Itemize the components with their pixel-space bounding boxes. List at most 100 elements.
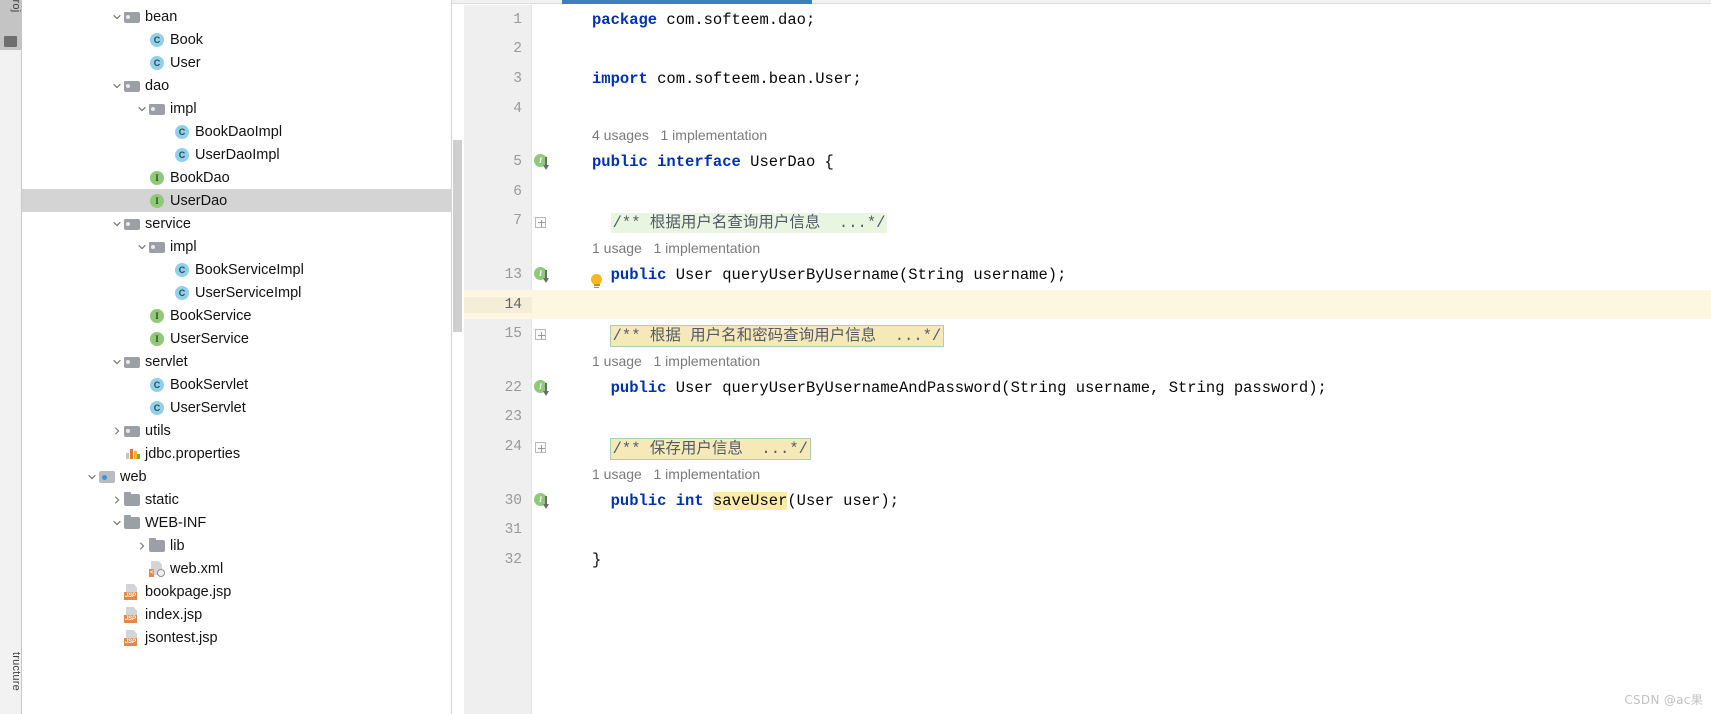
tree-item-userservice[interactable]: UserService xyxy=(22,327,451,350)
line-number: 31 xyxy=(504,522,522,539)
gutter-marker-slot xyxy=(532,290,554,320)
vertical-scrollbar-thumb[interactable] xyxy=(453,140,462,332)
implemented-by-gutter-icon[interactable] xyxy=(534,154,549,171)
tree-item-bookserviceimpl[interactable]: BookServiceImpl xyxy=(22,258,451,281)
gutter-marker-slot xyxy=(532,207,554,237)
java-class-icon xyxy=(174,146,191,163)
chevron-down-icon[interactable] xyxy=(109,212,124,235)
code-vision-hint[interactable]: 1 usage 1 implementation xyxy=(464,462,1711,486)
tree-item-utils[interactable]: utils xyxy=(22,419,451,442)
code-vision-hint[interactable]: 4 usages 1 implementation xyxy=(464,123,1711,147)
line-content: public User queryUserByUsername(String u… xyxy=(554,265,1711,289)
code-line[interactable]: 14 xyxy=(464,289,1711,320)
tree-item-impl[interactable]: impl xyxy=(22,235,451,258)
tree-item-bookpage-jsp[interactable]: JSP bookpage.jsp xyxy=(22,580,451,603)
tree-item-static[interactable]: static xyxy=(22,488,451,511)
chevron-right-icon[interactable] xyxy=(134,534,149,557)
tree-item-service[interactable]: service xyxy=(22,212,451,235)
expand-comment-fold-icon[interactable] xyxy=(535,329,546,341)
chevron-right-icon[interactable] xyxy=(109,419,124,442)
tree-item-web-xml[interactable]: < web.xml xyxy=(22,557,451,580)
folder-icon xyxy=(124,77,141,94)
expand-comment-fold-icon[interactable] xyxy=(535,442,546,454)
code-token: public xyxy=(610,378,667,397)
tree-item-bookdao[interactable]: BookDao xyxy=(22,166,451,189)
code-token: import xyxy=(592,69,648,88)
chevron-down-icon[interactable] xyxy=(84,465,99,488)
line-number: 30 xyxy=(504,492,522,509)
tree-item-bookdaoimpl[interactable]: BookDaoImpl xyxy=(22,120,451,143)
tree-item-book[interactable]: Book xyxy=(22,28,451,51)
chevron-down-icon[interactable] xyxy=(109,5,124,28)
line-number: 4 xyxy=(513,100,522,117)
code-line[interactable]: 24 /** 保存用户信息 ...*/ xyxy=(464,432,1711,462)
code-line[interactable]: 2 xyxy=(464,35,1711,65)
line-number: 32 xyxy=(504,551,522,568)
tree-item-userservlet[interactable]: UserServlet xyxy=(22,396,451,419)
tree-item-userdao[interactable]: UserDao xyxy=(22,189,451,212)
code-line[interactable]: 4 xyxy=(464,94,1711,124)
tree-item-userdaoimpl[interactable]: UserDaoImpl xyxy=(22,143,451,166)
chevron-down-icon[interactable] xyxy=(109,74,124,97)
java-class-icon xyxy=(174,284,191,301)
code-vision-hint[interactable]: 1 usage 1 implementation xyxy=(464,236,1711,260)
chevron-down-icon[interactable] xyxy=(134,235,149,258)
chevron-down-icon[interactable] xyxy=(109,511,124,534)
java-interface-icon xyxy=(149,307,166,324)
code-line[interactable]: 3 import com.softeem.bean.User; xyxy=(464,64,1711,94)
implemented-by-gutter-icon[interactable] xyxy=(534,492,549,509)
tree-item-bean[interactable]: bean xyxy=(22,5,451,28)
chevron-down-icon[interactable] xyxy=(134,97,149,120)
gutter-marker-slot xyxy=(532,403,554,433)
code-line[interactable]: 1 package com.softeem.dao; xyxy=(464,5,1711,35)
code-line[interactable]: 5 public interface UserDao { xyxy=(464,147,1711,177)
code-vision-hint[interactable]: 1 usage 1 implementation xyxy=(464,349,1711,373)
tree-item-bookservice[interactable]: BookService xyxy=(22,304,451,327)
java-class-icon xyxy=(149,31,166,48)
tree-item-lib[interactable]: lib xyxy=(22,534,451,557)
code-token: package xyxy=(592,10,658,29)
code-line[interactable]: 15 /** 根据 用户名和密码查询用户信息 ...*/ xyxy=(464,319,1711,349)
tree-item-servlet[interactable]: servlet xyxy=(22,350,451,373)
line-content: /** 保存用户信息 ...*/ xyxy=(554,436,1711,460)
code-line[interactable]: 6 xyxy=(464,177,1711,207)
code-line[interactable]: 23 xyxy=(464,403,1711,433)
line-content: public User queryUserByUsernameAndPasswo… xyxy=(554,379,1711,397)
tree-item-jsontest-jsp[interactable]: JSP jsontest.jsp xyxy=(22,626,451,649)
tree-item-label: UserDaoImpl xyxy=(195,146,280,163)
code-line[interactable]: 13 public User queryUserByUsername(Strin… xyxy=(464,260,1711,290)
code-line[interactable]: 7 /** 根据用户名查询用户信息 ...*/ xyxy=(464,207,1711,237)
line-content: package com.softeem.dao; xyxy=(554,11,1711,29)
tree-item-label: utils xyxy=(145,422,171,439)
expand-comment-fold-icon[interactable] xyxy=(535,216,546,228)
folder-icon xyxy=(149,537,166,554)
code-line[interactable]: 30 public int saveUser(User user); xyxy=(464,486,1711,516)
project-tree[interactable]: beanBookUserdaoimplBookDaoImplUserDaoImp… xyxy=(22,0,451,649)
tree-item-index-jsp[interactable]: JSP index.jsp xyxy=(22,603,451,626)
code-line[interactable]: 22 public User queryUserByUsernameAndPas… xyxy=(464,373,1711,403)
implemented-by-gutter-icon[interactable] xyxy=(534,380,549,396)
tree-item-userserviceimpl[interactable]: UserServiceImpl xyxy=(22,281,451,304)
tree-item-jdbc-properties[interactable]: jdbc.properties xyxy=(22,442,451,465)
code-token: public xyxy=(610,265,667,284)
tree-item-user[interactable]: User xyxy=(22,51,451,74)
line-content: import com.softeem.bean.User; xyxy=(554,70,1711,88)
implemented-by-gutter-icon[interactable] xyxy=(534,267,549,284)
code-line[interactable]: 32} xyxy=(464,545,1711,575)
chevron-down-icon[interactable] xyxy=(109,350,124,373)
intention-bulb-icon[interactable] xyxy=(590,273,603,290)
jsp-file-icon: JSP xyxy=(124,583,141,600)
code-area[interactable]: 1 package com.softeem.dao; 2 3 import com.so… xyxy=(464,5,1711,714)
tree-item-dao[interactable]: dao xyxy=(22,74,451,97)
tree-item-bookservlet[interactable]: BookServlet xyxy=(22,373,451,396)
tree-item-web-inf[interactable]: WEB-INF xyxy=(22,511,451,534)
folder-icon xyxy=(124,353,141,370)
gutter-marker-slot xyxy=(532,5,554,35)
tree-item-impl[interactable]: impl xyxy=(22,97,451,120)
tool-window-tab-structure[interactable]: tructure xyxy=(0,650,22,714)
tree-item-web[interactable]: web xyxy=(22,465,451,488)
chevron-right-icon[interactable] xyxy=(109,488,124,511)
code-line[interactable]: 31 xyxy=(464,515,1711,545)
